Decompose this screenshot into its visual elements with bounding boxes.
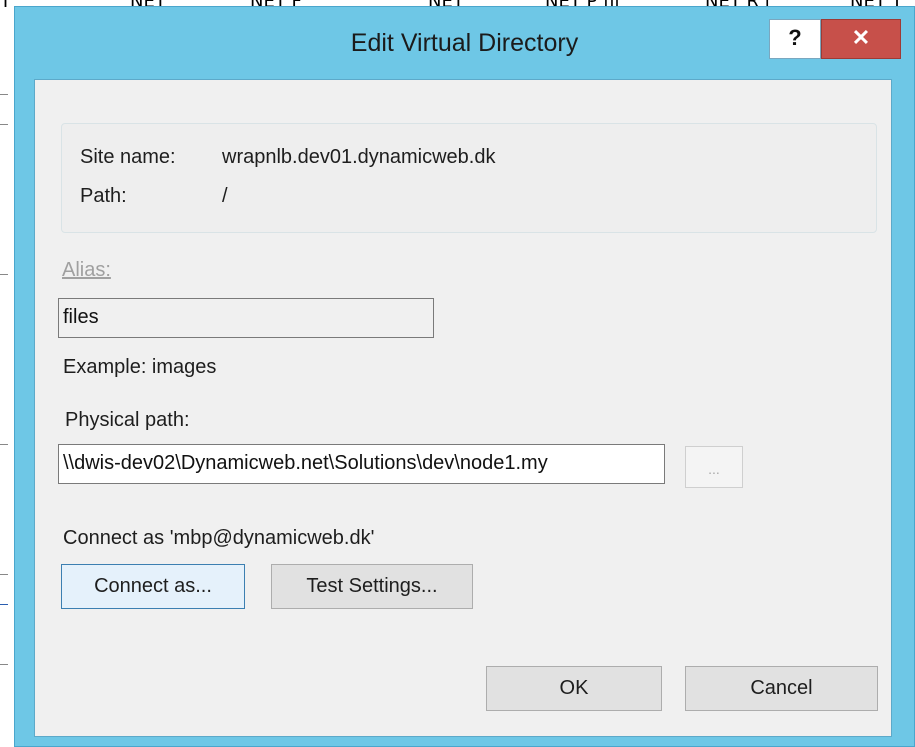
help-button[interactable]: ? [769,19,821,59]
alias-input[interactable]: files [58,298,434,338]
background-tick [0,124,8,125]
path-value: / [222,185,228,207]
site-name-label: Site name: [80,146,176,168]
connect-as-status: Connect as 'mbp@dynamicweb.dk' [63,527,375,549]
physical-path-label-text: Physical path: [65,409,190,431]
dialog-titlebar[interactable]: Edit Virtual Directory ? ✕ [15,7,914,79]
cancel-button[interactable]: Cancel [685,666,878,711]
physical-path-input[interactable]: \\dwis-dev02\Dynamicweb.net\Solutions\de… [58,444,665,484]
background-left-strip [0,14,14,747]
background-tick [0,604,8,605]
test-settings-button[interactable]: Test Settings... [271,564,473,609]
alias-label: Alias: [62,259,111,282]
close-icon: ✕ [851,25,871,50]
path-label: Path: [80,185,127,207]
dialog-client-area: Site name: wrapnlb.dev01.dynamicweb.dk P… [34,79,892,737]
ok-button[interactable]: OK [486,666,662,711]
physical-path-label: Physical path: [65,409,190,432]
background-tick [0,94,8,95]
edit-virtual-directory-dialog: Edit Virtual Directory ? ✕ Site name: wr… [14,6,915,747]
site-name-value: wrapnlb.dev01.dynamicweb.dk [222,146,496,168]
site-info-panel: Site name: wrapnlb.dev01.dynamicweb.dk P… [61,123,877,233]
background-tick [0,274,8,275]
background-tick [0,574,8,575]
alias-example-text: Example: images [63,356,217,378]
browse-button[interactable]: ... [685,446,743,488]
background-tick [0,664,8,665]
background-header: T [0,0,11,12]
connect-as-button[interactable]: Connect as... [61,564,245,609]
alias-label-text: Alias: [62,259,111,281]
background-tick [0,444,8,445]
close-button[interactable]: ✕ [821,19,901,59]
